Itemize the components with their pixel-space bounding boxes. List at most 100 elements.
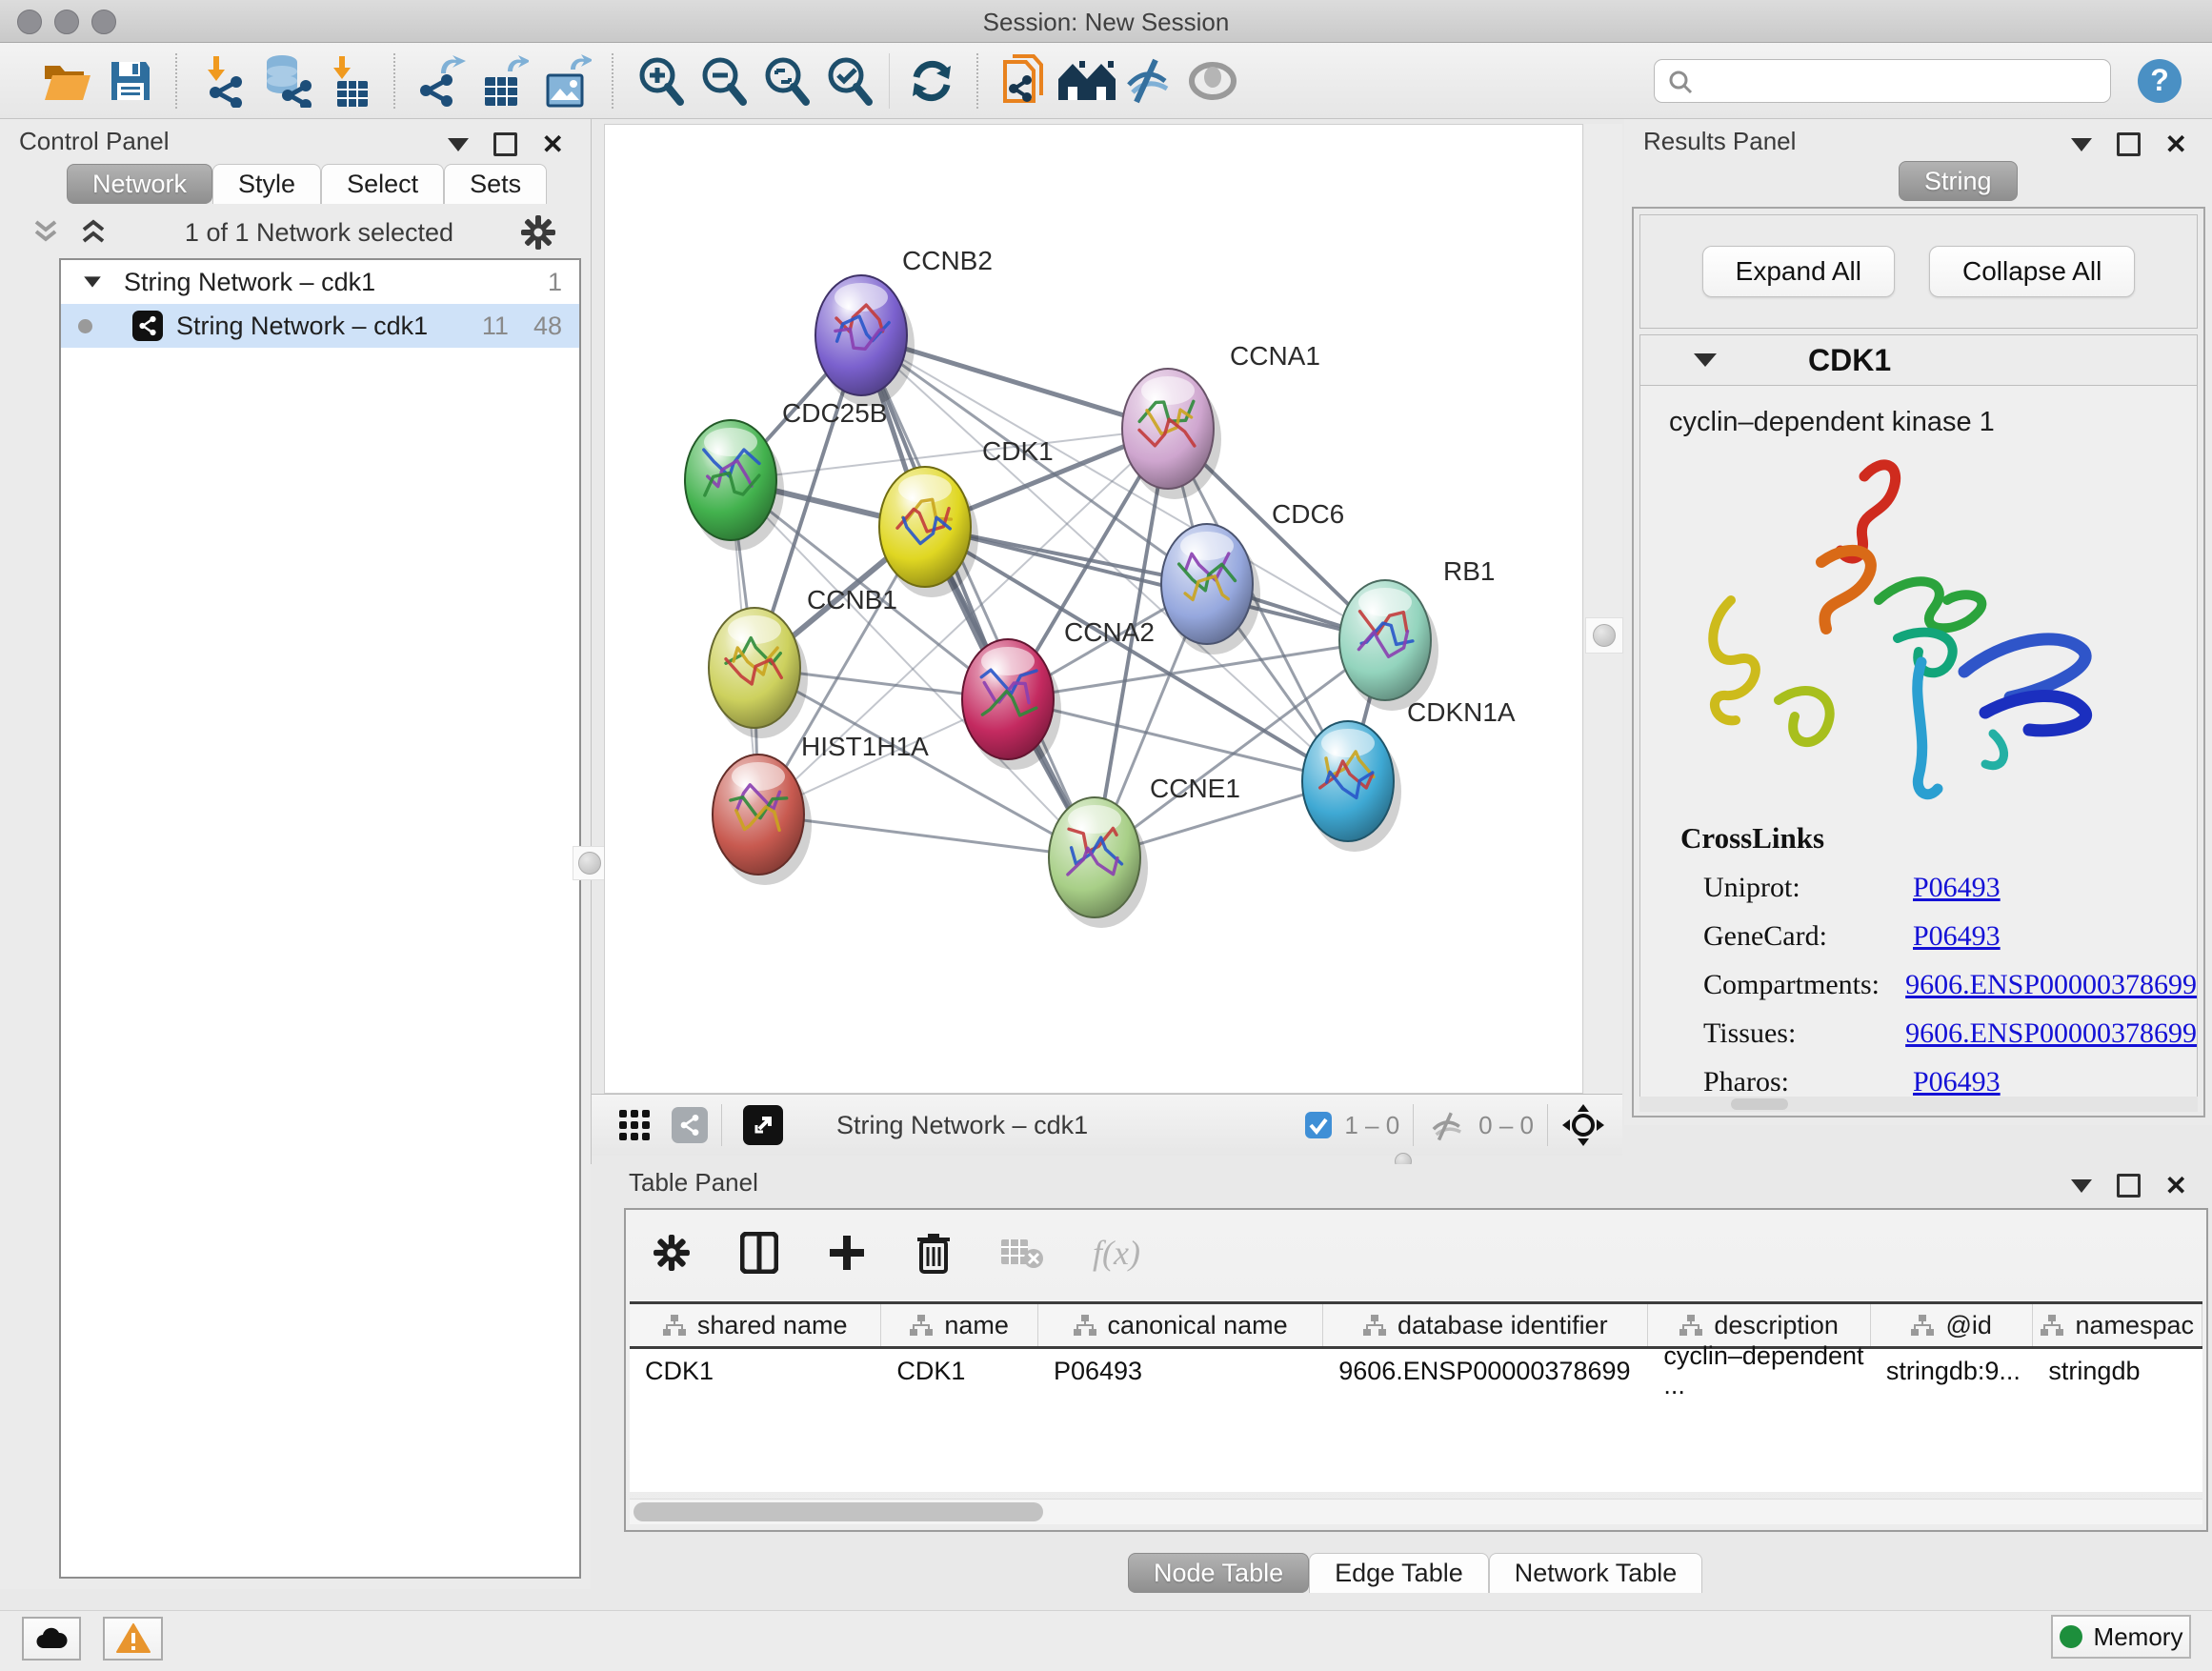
close-panel-icon[interactable]: ✕ bbox=[2165, 135, 2187, 154]
close-panel-icon[interactable]: ✕ bbox=[542, 135, 564, 154]
close-panel-icon[interactable]: ✕ bbox=[2165, 1177, 2187, 1196]
zoom-out-button[interactable] bbox=[691, 50, 754, 112]
selected-checkbox-icon[interactable] bbox=[1304, 1111, 1333, 1139]
graph-node-ccnb2[interactable]: CCNB2 bbox=[815, 246, 993, 406]
network-collection-row[interactable]: String Network – cdk1 1 bbox=[61, 260, 579, 304]
gene-description: cyclin–dependent kinase 1 bbox=[1640, 386, 2197, 438]
open-session-button[interactable] bbox=[36, 50, 99, 112]
warning-status-button[interactable] bbox=[103, 1617, 163, 1661]
collapse-all-button[interactable]: Collapse All bbox=[1929, 246, 2135, 297]
network-overview-icon[interactable] bbox=[672, 1107, 708, 1143]
tab-string[interactable]: String bbox=[1899, 161, 2018, 201]
network-selection-status: 1 of 1 Network selected bbox=[118, 218, 520, 248]
tab-select[interactable]: Select bbox=[321, 164, 444, 204]
hide-unselected-button[interactable] bbox=[1118, 50, 1181, 112]
memory-button[interactable]: Memory bbox=[2051, 1615, 2191, 1659]
tab-network[interactable]: Network bbox=[67, 164, 212, 204]
tab-node-table[interactable]: Node Table bbox=[1128, 1553, 1309, 1593]
table-column-header[interactable]: description bbox=[1648, 1304, 1870, 1346]
network-options-gear-icon[interactable] bbox=[520, 214, 556, 251]
table-column-header[interactable]: namespac bbox=[2033, 1304, 2202, 1346]
table-column-header[interactable]: database identifier bbox=[1323, 1304, 1648, 1346]
tab-sets[interactable]: Sets bbox=[444, 164, 547, 204]
tab-style[interactable]: Style bbox=[212, 164, 321, 204]
column-header-label: description bbox=[1714, 1311, 1839, 1340]
save-session-button[interactable] bbox=[99, 50, 162, 112]
zoom-in-button[interactable] bbox=[628, 50, 691, 112]
import-network-from-database-button[interactable] bbox=[254, 50, 317, 112]
column-header-label: shared name bbox=[697, 1311, 848, 1340]
table-column-header[interactable]: shared name bbox=[630, 1304, 881, 1346]
expand-all-button[interactable]: Expand All bbox=[1702, 246, 1895, 297]
graph-node-ccna2[interactable]: CCNA2 bbox=[962, 617, 1155, 770]
crosslink-value-link[interactable]: 9606.ENSP00000378699 bbox=[1905, 1017, 2197, 1050]
graph-node-rb1[interactable]: RB1 bbox=[1339, 556, 1495, 711]
show-columns-icon[interactable] bbox=[740, 1232, 778, 1274]
graph-node-ccnb1[interactable]: CCNB1 bbox=[709, 585, 897, 738]
string-results-container: Expand All Collapse All CDK1 cyclin–depe… bbox=[1632, 207, 2205, 1117]
graph-node-cdkn1a[interactable]: CDKN1A bbox=[1302, 697, 1516, 852]
first-neighbors-button[interactable] bbox=[993, 50, 1056, 112]
graph-node-label: HIST1H1A bbox=[801, 732, 929, 761]
results-scrollbar[interactable] bbox=[1639, 1097, 2198, 1112]
show-all-button[interactable] bbox=[1181, 50, 1244, 112]
maximize-panel-icon[interactable] bbox=[2117, 132, 2141, 156]
crosslink-value-link[interactable]: 9606.ENSP00000378699 bbox=[1905, 969, 2197, 1001]
refresh-button[interactable] bbox=[900, 50, 963, 112]
crosslink-value-link[interactable]: P06493 bbox=[1913, 1066, 2001, 1098]
table-row[interactable]: CDK1CDK1P064939606.ENSP00000378699cyclin… bbox=[630, 1349, 2202, 1393]
table-column-header[interactable]: @id bbox=[1871, 1304, 2034, 1346]
import-table-button[interactable] bbox=[317, 50, 380, 112]
collection-expand-icon[interactable] bbox=[84, 276, 101, 287]
right-splitter-handle[interactable] bbox=[1585, 617, 1623, 654]
network-right-splitter[interactable] bbox=[1584, 124, 1622, 1094]
crosslink-value-link[interactable]: P06493 bbox=[1913, 920, 2001, 953]
network-row[interactable]: String Network – cdk1 11 48 bbox=[61, 304, 579, 348]
crosslink-value-link[interactable]: P06493 bbox=[1913, 872, 2001, 904]
tab-edge-table[interactable]: Edge Table bbox=[1309, 1553, 1489, 1593]
open-in-window-icon[interactable] bbox=[743, 1105, 783, 1145]
export-network-button[interactable] bbox=[410, 50, 473, 112]
home-view-button[interactable] bbox=[1056, 50, 1118, 112]
export-table-button[interactable] bbox=[473, 50, 535, 112]
maximize-panel-icon[interactable] bbox=[493, 132, 517, 156]
graph-node-hist1h1a[interactable]: HIST1H1A bbox=[713, 732, 929, 885]
network-graph[interactable]: CCNB2CCNA1CDC25BCDK1CDC6RB1CCNB1CCNA2CDK… bbox=[605, 125, 1582, 1093]
graph-node-cdc6[interactable]: CDC6 bbox=[1161, 499, 1344, 654]
table-options-gear-icon[interactable] bbox=[653, 1234, 691, 1272]
float-panel-icon[interactable] bbox=[2071, 1179, 2092, 1193]
birdseye-crosshair-icon[interactable] bbox=[1561, 1103, 1605, 1147]
table-column-header[interactable]: name bbox=[881, 1304, 1038, 1346]
maximize-panel-icon[interactable] bbox=[2117, 1174, 2141, 1198]
collapse-entry-icon[interactable] bbox=[1694, 353, 1717, 367]
cloud-status-button[interactable] bbox=[22, 1617, 81, 1661]
collapse-all-icon[interactable] bbox=[32, 218, 70, 247]
table-cell: stringdb:9... bbox=[1871, 1349, 2034, 1393]
graph-node-label: CCNE1 bbox=[1150, 774, 1240, 803]
grid-view-icon[interactable] bbox=[618, 1109, 651, 1141]
graph-node-ccna1[interactable]: CCNA1 bbox=[1122, 341, 1320, 499]
import-network-file-button[interactable] bbox=[191, 50, 254, 112]
houses-icon bbox=[1056, 58, 1117, 104]
tab-network-table[interactable]: Network Table bbox=[1489, 1553, 1703, 1593]
zoom-fit-button[interactable] bbox=[754, 50, 816, 112]
graph-node-ccne1[interactable]: CCNE1 bbox=[1049, 774, 1240, 928]
search-input[interactable] bbox=[1654, 59, 2111, 103]
table-cell: stringdb bbox=[2033, 1349, 2202, 1393]
gene-entry-header[interactable]: CDK1 bbox=[1640, 335, 2197, 386]
expand-all-icon[interactable] bbox=[80, 218, 118, 247]
float-panel-icon[interactable] bbox=[448, 138, 469, 151]
network-view-canvas[interactable]: CCNB2CCNA1CDC25BCDK1CDC6RB1CCNB1CCNA2CDK… bbox=[604, 124, 1583, 1094]
delete-column-icon[interactable] bbox=[915, 1232, 952, 1274]
float-panel-icon[interactable] bbox=[2071, 138, 2092, 151]
export-image-button[interactable] bbox=[535, 50, 598, 112]
control-panel-tabs: NetworkStyleSelectSets bbox=[67, 164, 547, 204]
help-button[interactable]: ? bbox=[2136, 57, 2183, 105]
left-splitter-handle[interactable] bbox=[573, 846, 606, 880]
open-folder-icon bbox=[41, 58, 94, 104]
crosslinks-title: CrossLinks bbox=[1640, 821, 2197, 856]
zoom-selected-button[interactable] bbox=[816, 50, 879, 112]
table-horizontal-scrollbar[interactable] bbox=[630, 1499, 2202, 1524]
add-column-icon[interactable] bbox=[828, 1234, 866, 1272]
table-column-header[interactable]: canonical name bbox=[1038, 1304, 1323, 1346]
